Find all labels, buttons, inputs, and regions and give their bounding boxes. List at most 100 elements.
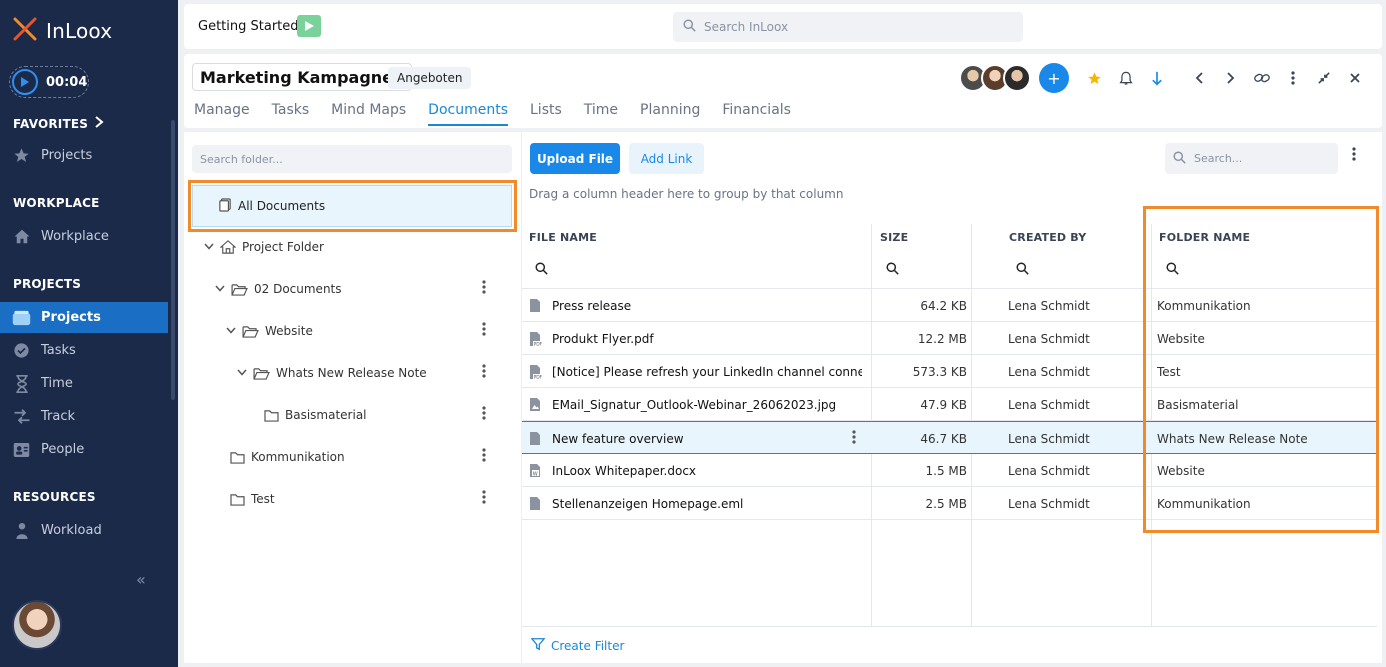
close-icon[interactable] bbox=[1339, 64, 1370, 92]
chevron-down-icon[interactable] bbox=[224, 326, 238, 337]
tree-item-whats-new-release-note[interactable]: Whats New Release Note bbox=[184, 362, 514, 384]
more-vertical-icon[interactable] bbox=[1277, 64, 1308, 92]
more-vertical-icon[interactable] bbox=[482, 364, 486, 383]
tree-item-basismaterial[interactable]: Basismaterial bbox=[184, 404, 514, 426]
project-title[interactable]: Marketing Kampagnen bbox=[192, 63, 413, 91]
next-arrow-icon[interactable] bbox=[1215, 64, 1246, 92]
project-status-badge[interactable]: Angeboten bbox=[388, 67, 472, 89]
tree-item-project-folder[interactable]: Project Folder bbox=[184, 236, 514, 258]
all-documents-item[interactable]: All Documents bbox=[192, 185, 512, 227]
chevron-down-icon[interactable] bbox=[213, 284, 227, 295]
star-icon bbox=[12, 146, 31, 165]
more-vertical-icon[interactable] bbox=[482, 490, 486, 509]
folder-name: Whats New Release Note bbox=[1157, 431, 1308, 446]
column-header-folder-name[interactable]: FOLDER NAME bbox=[1159, 231, 1250, 244]
filter-search-icon[interactable] bbox=[1016, 262, 1029, 278]
previous-arrow-icon[interactable] bbox=[1184, 64, 1215, 92]
sidebar-item-time[interactable]: Time bbox=[0, 368, 168, 399]
hourglass-icon bbox=[12, 374, 31, 393]
table-row[interactable]: PDF [Notice] Please refresh your LinkedI… bbox=[522, 355, 1377, 388]
create-filter-button[interactable]: Create Filter bbox=[530, 637, 624, 654]
table-row-selected[interactable]: New feature overview 46.7 KB Lena Schmid… bbox=[522, 421, 1377, 454]
play-icon[interactable] bbox=[12, 69, 38, 95]
more-vertical-icon[interactable] bbox=[482, 322, 486, 341]
sidebar-item-projects[interactable]: Projects bbox=[0, 302, 168, 333]
user-avatar[interactable] bbox=[12, 600, 62, 650]
notification-bell-icon[interactable] bbox=[1110, 64, 1141, 92]
column-header-created-by[interactable]: CREATED BY bbox=[1009, 231, 1086, 244]
documents-search-input[interactable]: Search... bbox=[1165, 143, 1338, 174]
footer-divider bbox=[522, 626, 1377, 627]
sidebar-item-favorite-projects[interactable]: Projects bbox=[0, 140, 168, 171]
favorites-header[interactable]: FAVORITES bbox=[13, 116, 104, 131]
getting-started-label: Getting Started: bbox=[198, 19, 303, 34]
upload-file-button[interactable]: Upload File bbox=[530, 143, 620, 174]
sidebar-item-track[interactable]: Track bbox=[0, 401, 168, 432]
sidebar-item-label: Workplace bbox=[41, 229, 109, 244]
table-row[interactable]: PDF Produkt Flyer.pdf 12.2 MB Lena Schmi… bbox=[522, 322, 1377, 355]
sidebar-item-people[interactable]: People bbox=[0, 434, 168, 465]
more-vertical-icon[interactable] bbox=[852, 430, 856, 448]
file-name: New feature overview bbox=[552, 431, 684, 446]
svg-text:PDF: PDF bbox=[534, 374, 543, 380]
sidebar-item-label: Workload bbox=[41, 523, 102, 538]
minimize-icon[interactable] bbox=[1308, 64, 1339, 92]
table-row[interactable]: W InLoox Whitepaper.docx 1.5 MB Lena Sch… bbox=[522, 454, 1377, 487]
tab-time[interactable]: Time bbox=[584, 102, 618, 126]
workplace-label: WORKPLACE bbox=[13, 196, 100, 210]
sidebar-scrollbar[interactable] bbox=[171, 120, 175, 400]
column-header-size[interactable]: SIZE bbox=[880, 231, 908, 244]
filter-search-icon[interactable] bbox=[1166, 262, 1179, 278]
sidebar-item-label: Time bbox=[41, 376, 73, 391]
folder-search-input[interactable]: Search folder... bbox=[192, 145, 512, 173]
pdf-file-icon: PDF bbox=[529, 322, 545, 355]
tab-planning[interactable]: Planning bbox=[640, 102, 700, 126]
svg-text:W: W bbox=[533, 471, 538, 477]
workplace-header: WORKPLACE bbox=[13, 196, 100, 210]
collapse-sidebar-icon[interactable]: « bbox=[136, 570, 146, 589]
sidebar: InLoox 00:04 FAVORITES Projects WORKPLAC… bbox=[0, 0, 178, 667]
member-avatar[interactable] bbox=[1003, 64, 1031, 92]
more-vertical-icon[interactable] bbox=[482, 280, 486, 299]
chevron-down-icon[interactable] bbox=[202, 242, 216, 253]
filter-search-icon[interactable] bbox=[535, 262, 548, 278]
tree-item-02-documents[interactable]: 02 Documents bbox=[184, 278, 514, 300]
created-by: Lena Schmidt bbox=[1008, 463, 1090, 478]
download-arrow-icon[interactable] bbox=[1141, 64, 1172, 92]
tree-item-website[interactable]: Website bbox=[184, 320, 514, 342]
tab-financials[interactable]: Financials bbox=[722, 102, 791, 126]
table-row[interactable]: EMail_Signatur_Outlook-Webinar_26062023.… bbox=[522, 388, 1377, 421]
svg-text:PDF: PDF bbox=[534, 341, 543, 347]
link-icon[interactable] bbox=[1246, 64, 1277, 92]
time-tracker[interactable]: 00:04 bbox=[9, 66, 89, 98]
global-search-input[interactable]: Search InLoox bbox=[673, 12, 1023, 42]
chevron-down-icon[interactable] bbox=[235, 368, 249, 379]
tree-item-test[interactable]: Test bbox=[184, 488, 514, 510]
filter-search-icon[interactable] bbox=[886, 262, 899, 278]
tab-tasks[interactable]: Tasks bbox=[272, 102, 310, 126]
add-link-button[interactable]: Add Link bbox=[629, 143, 704, 174]
created-by: Lena Schmidt bbox=[1008, 496, 1090, 511]
tab-manage[interactable]: Manage bbox=[194, 102, 250, 126]
table-row[interactable]: Press release 64.2 KB Lena Schmidt Kommu… bbox=[522, 289, 1377, 322]
app-logo[interactable]: InLoox bbox=[12, 16, 112, 46]
more-vertical-icon[interactable] bbox=[482, 406, 486, 425]
tab-lists[interactable]: Lists bbox=[530, 102, 562, 126]
more-vertical-icon[interactable] bbox=[1352, 146, 1356, 165]
more-vertical-icon[interactable] bbox=[482, 448, 486, 467]
sidebar-item-tasks[interactable]: Tasks bbox=[0, 335, 168, 366]
favorite-star-icon[interactable] bbox=[1079, 64, 1110, 92]
sidebar-item-workload[interactable]: Workload bbox=[0, 515, 168, 546]
video-clapper-icon[interactable] bbox=[297, 15, 321, 37]
column-header-file-name[interactable]: FILE NAME bbox=[529, 231, 597, 244]
tab-documents[interactable]: Documents bbox=[428, 102, 508, 126]
file-name: Press release bbox=[552, 298, 632, 313]
top-bar: Getting Started: Search InLoox bbox=[184, 4, 1382, 49]
tree-item-kommunikation[interactable]: Kommunikation bbox=[184, 446, 514, 468]
add-member-button[interactable]: + bbox=[1039, 63, 1069, 93]
sidebar-item-workplace[interactable]: Workplace bbox=[0, 221, 168, 252]
inloox-logo-icon bbox=[12, 16, 38, 46]
tab-mind-maps[interactable]: Mind Maps bbox=[331, 102, 406, 126]
table-row[interactable]: Stellenanzeigen Homepage.eml 2.5 MB Lena… bbox=[522, 487, 1377, 520]
timer-value: 00:04 bbox=[46, 74, 88, 90]
